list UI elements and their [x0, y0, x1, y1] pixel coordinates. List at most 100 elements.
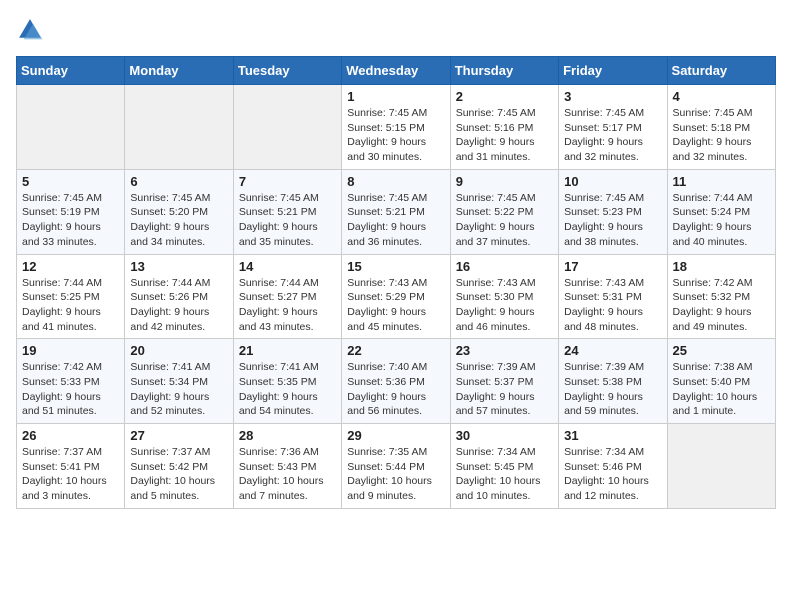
column-header-monday: Monday — [125, 57, 233, 85]
day-info: Sunrise: 7:44 AM Sunset: 5:26 PM Dayligh… — [130, 276, 227, 335]
day-info: Sunrise: 7:38 AM Sunset: 5:40 PM Dayligh… — [673, 360, 770, 419]
day-number: 2 — [456, 89, 553, 104]
day-info: Sunrise: 7:45 AM Sunset: 5:21 PM Dayligh… — [347, 191, 444, 250]
calendar-cell: 28 Sunrise: 7:36 AM Sunset: 5:43 PM Dayli… — [233, 424, 341, 509]
day-info: Sunrise: 7:34 AM Sunset: 5:45 PM Dayligh… — [456, 445, 553, 504]
logo — [16, 16, 48, 44]
calendar-cell: 24 Sunrise: 7:39 AM Sunset: 5:38 PM Dayli… — [559, 339, 667, 424]
calendar-cell: 14 Sunrise: 7:44 AM Sunset: 5:27 PM Dayli… — [233, 254, 341, 339]
day-number: 18 — [673, 259, 770, 274]
day-info: Sunrise: 7:41 AM Sunset: 5:35 PM Dayligh… — [239, 360, 336, 419]
day-number: 29 — [347, 428, 444, 443]
calendar-cell: 6 Sunrise: 7:45 AM Sunset: 5:20 PM Daylig… — [125, 169, 233, 254]
calendar-cell: 13 Sunrise: 7:44 AM Sunset: 5:26 PM Dayli… — [125, 254, 233, 339]
calendar-cell — [17, 85, 125, 170]
day-number: 14 — [239, 259, 336, 274]
day-info: Sunrise: 7:35 AM Sunset: 5:44 PM Dayligh… — [347, 445, 444, 504]
day-number: 17 — [564, 259, 661, 274]
calendar-cell: 21 Sunrise: 7:41 AM Sunset: 5:35 PM Dayli… — [233, 339, 341, 424]
day-number: 21 — [239, 343, 336, 358]
day-info: Sunrise: 7:34 AM Sunset: 5:46 PM Dayligh… — [564, 445, 661, 504]
day-info: Sunrise: 7:43 AM Sunset: 5:31 PM Dayligh… — [564, 276, 661, 335]
day-number: 7 — [239, 174, 336, 189]
calendar-cell: 12Sunrise: 7:44 AM Sunset: 5:25 PM Dayli… — [17, 254, 125, 339]
day-number: 15 — [347, 259, 444, 274]
calendar-cell: 17 Sunrise: 7:43 AM Sunset: 5:31 PM Dayli… — [559, 254, 667, 339]
calendar-header-row: SundayMondayTuesdayWednesdayThursdayFrid… — [17, 57, 776, 85]
day-info: Sunrise: 7:41 AM Sunset: 5:34 PM Dayligh… — [130, 360, 227, 419]
day-info: Sunrise: 7:45 AM Sunset: 5:15 PM Dayligh… — [347, 106, 444, 165]
calendar-cell: 10Sunrise: 7:45 AM Sunset: 5:23 PM Dayli… — [559, 169, 667, 254]
calendar-cell — [233, 85, 341, 170]
calendar-cell: 26Sunrise: 7:37 AM Sunset: 5:41 PM Dayli… — [17, 424, 125, 509]
calendar-cell: 15 Sunrise: 7:43 AM Sunset: 5:29 PM Dayli… — [342, 254, 450, 339]
column-header-tuesday: Tuesday — [233, 57, 341, 85]
column-header-friday: Friday — [559, 57, 667, 85]
calendar-cell — [125, 85, 233, 170]
column-header-thursday: Thursday — [450, 57, 558, 85]
calendar-cell: 8 Sunrise: 7:45 AM Sunset: 5:21 PM Daylig… — [342, 169, 450, 254]
day-info: Sunrise: 7:45 AM Sunset: 5:18 PM Dayligh… — [673, 106, 770, 165]
day-number: 9 — [456, 174, 553, 189]
day-number: 22 — [347, 343, 444, 358]
calendar-week-row: 5 Sunrise: 7:45 AM Sunset: 5:19 PM Daylig… — [17, 169, 776, 254]
calendar-cell: 23 Sunrise: 7:39 AM Sunset: 5:37 PM Dayli… — [450, 339, 558, 424]
calendar-cell: 25 Sunrise: 7:38 AM Sunset: 5:40 PM Dayli… — [667, 339, 775, 424]
day-info: Sunrise: 7:45 AM Sunset: 5:23 PM Dayligh… — [564, 191, 661, 250]
day-info: Sunrise: 7:39 AM Sunset: 5:37 PM Dayligh… — [456, 360, 553, 419]
calendar-cell: 29 Sunrise: 7:35 AM Sunset: 5:44 PM Dayli… — [342, 424, 450, 509]
day-number: 6 — [130, 174, 227, 189]
day-number: 3 — [564, 89, 661, 104]
calendar-cell: 9 Sunrise: 7:45 AM Sunset: 5:22 PM Daylig… — [450, 169, 558, 254]
day-info: Sunrise: 7:45 AM Sunset: 5:20 PM Dayligh… — [130, 191, 227, 250]
calendar-cell: 4 Sunrise: 7:45 AM Sunset: 5:18 PM Daylig… — [667, 85, 775, 170]
day-number: 28 — [239, 428, 336, 443]
calendar-cell: 2 Sunrise: 7:45 AM Sunset: 5:16 PM Daylig… — [450, 85, 558, 170]
day-info: Sunrise: 7:36 AM Sunset: 5:43 PM Dayligh… — [239, 445, 336, 504]
calendar-cell: 7 Sunrise: 7:45 AM Sunset: 5:21 PM Daylig… — [233, 169, 341, 254]
calendar-cell: 30 Sunrise: 7:34 AM Sunset: 5:45 PM Dayli… — [450, 424, 558, 509]
day-info: Sunrise: 7:45 AM Sunset: 5:16 PM Dayligh… — [456, 106, 553, 165]
day-info: Sunrise: 7:42 AM Sunset: 5:33 PM Dayligh… — [22, 360, 119, 419]
calendar-cell: 22Sunrise: 7:40 AM Sunset: 5:36 PM Dayli… — [342, 339, 450, 424]
day-number: 24 — [564, 343, 661, 358]
day-number: 30 — [456, 428, 553, 443]
day-number: 23 — [456, 343, 553, 358]
calendar-cell: 3 Sunrise: 7:45 AM Sunset: 5:17 PM Daylig… — [559, 85, 667, 170]
day-number: 11 — [673, 174, 770, 189]
logo-icon — [16, 16, 44, 44]
day-number: 20 — [130, 343, 227, 358]
column-header-saturday: Saturday — [667, 57, 775, 85]
day-info: Sunrise: 7:43 AM Sunset: 5:29 PM Dayligh… — [347, 276, 444, 335]
calendar-cell: 19 Sunrise: 7:42 AM Sunset: 5:33 PM Dayli… — [17, 339, 125, 424]
calendar-cell: 31 Sunrise: 7:34 AM Sunset: 5:46 PM Dayli… — [559, 424, 667, 509]
calendar-week-row: 12Sunrise: 7:44 AM Sunset: 5:25 PM Dayli… — [17, 254, 776, 339]
day-number: 26 — [22, 428, 119, 443]
calendar-cell: 27Sunrise: 7:37 AM Sunset: 5:42 PM Dayli… — [125, 424, 233, 509]
day-number: 25 — [673, 343, 770, 358]
day-info: Sunrise: 7:42 AM Sunset: 5:32 PM Dayligh… — [673, 276, 770, 335]
calendar-cell — [667, 424, 775, 509]
day-number: 19 — [22, 343, 119, 358]
day-number: 12 — [22, 259, 119, 274]
day-info: Sunrise: 7:39 AM Sunset: 5:38 PM Dayligh… — [564, 360, 661, 419]
calendar-cell: 20 Sunrise: 7:41 AM Sunset: 5:34 PM Dayli… — [125, 339, 233, 424]
day-info: Sunrise: 7:43 AM Sunset: 5:30 PM Dayligh… — [456, 276, 553, 335]
day-info: Sunrise: 7:45 AM Sunset: 5:22 PM Dayligh… — [456, 191, 553, 250]
day-number: 16 — [456, 259, 553, 274]
day-number: 13 — [130, 259, 227, 274]
column-header-wednesday: Wednesday — [342, 57, 450, 85]
calendar-cell: 16 Sunrise: 7:43 AM Sunset: 5:30 PM Dayli… — [450, 254, 558, 339]
calendar-week-row: 19 Sunrise: 7:42 AM Sunset: 5:33 PM Dayli… — [17, 339, 776, 424]
day-info: Sunrise: 7:45 AM Sunset: 5:19 PM Dayligh… — [22, 191, 119, 250]
day-info: Sunrise: 7:44 AM Sunset: 5:27 PM Dayligh… — [239, 276, 336, 335]
day-number: 8 — [347, 174, 444, 189]
day-number: 4 — [673, 89, 770, 104]
column-header-sunday: Sunday — [17, 57, 125, 85]
day-number: 31 — [564, 428, 661, 443]
calendar-cell: 11Sunrise: 7:44 AM Sunset: 5:24 PM Dayli… — [667, 169, 775, 254]
day-info: Sunrise: 7:45 AM Sunset: 5:17 PM Dayligh… — [564, 106, 661, 165]
day-number: 5 — [22, 174, 119, 189]
calendar-week-row: 26Sunrise: 7:37 AM Sunset: 5:41 PM Dayli… — [17, 424, 776, 509]
day-info: Sunrise: 7:45 AM Sunset: 5:21 PM Dayligh… — [239, 191, 336, 250]
